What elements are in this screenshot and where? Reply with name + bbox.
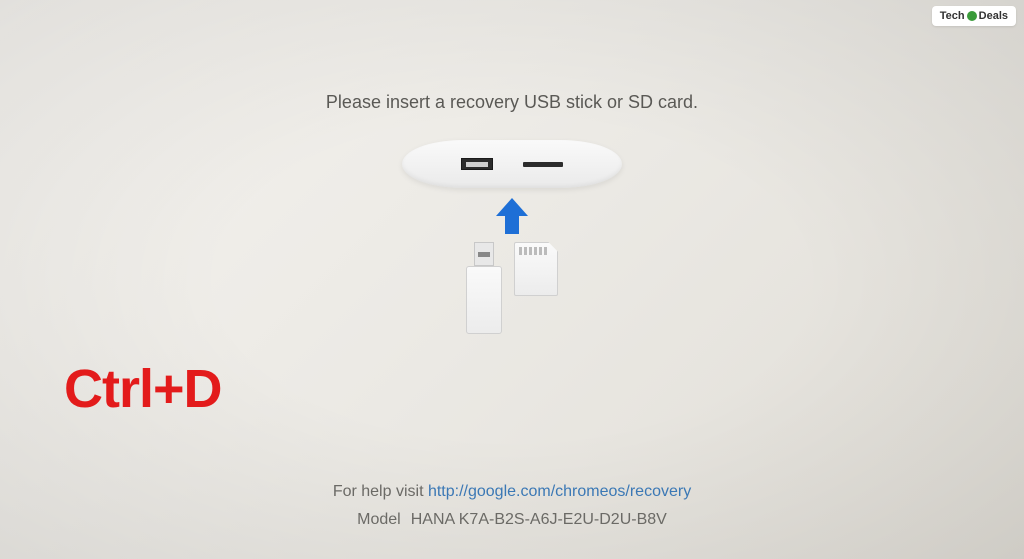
watermark-left: Tech <box>940 10 965 22</box>
sd-contact-pin <box>524 247 527 255</box>
recovery-heading: Please insert a recovery USB stick or SD… <box>0 92 1024 113</box>
usb-port-icon <box>461 158 493 170</box>
model-value: HANA K7A-B2S-A6J-E2U-D2U-B8V <box>411 511 667 528</box>
recovery-graphic <box>352 140 672 360</box>
help-prefix: For help visit <box>333 483 428 500</box>
help-link[interactable]: http://google.com/chromeos/recovery <box>428 483 691 500</box>
watermark-badge: Tech Deals <box>932 6 1016 26</box>
device-port-bar <box>402 140 622 188</box>
watermark-right: Deals <box>979 10 1008 22</box>
sd-contact-pin <box>529 247 532 255</box>
usb-connector-hole <box>478 252 490 257</box>
model-line: Model HANA K7A-B2S-A6J-E2U-D2U-B8V <box>0 511 1024 529</box>
sd-contacts <box>519 247 547 255</box>
sd-contact-pin <box>544 247 547 255</box>
arrow-up-icon <box>494 198 530 236</box>
model-label: Model <box>357 511 401 528</box>
media-items <box>466 242 558 334</box>
sd-slot-icon <box>523 162 563 167</box>
sd-contact-pin <box>534 247 537 255</box>
watermark-dot-icon <box>967 11 977 21</box>
usb-port-inner <box>466 162 488 167</box>
keyboard-shortcut-overlay: Ctrl+D <box>64 358 222 420</box>
sd-card-icon <box>514 242 558 296</box>
usb-connector <box>474 242 494 266</box>
sd-contact-pin <box>539 247 542 255</box>
sd-contact-pin <box>519 247 522 255</box>
help-line: For help visit http://google.com/chromeo… <box>0 483 1024 501</box>
usb-body <box>466 266 502 334</box>
usb-stick-icon <box>466 242 502 334</box>
